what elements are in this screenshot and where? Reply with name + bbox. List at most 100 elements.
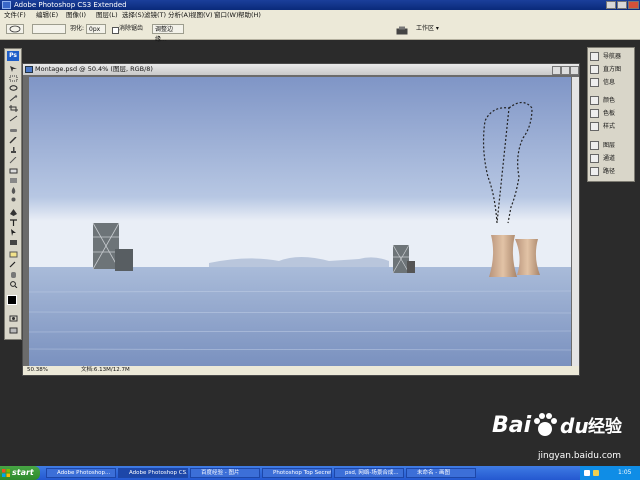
app-title-bar: Adobe Photoshop CS3 Extended [0, 0, 640, 10]
tools-panel: Ps [4, 48, 22, 340]
clock[interactable]: 1:05 [618, 466, 631, 480]
system-tray: 1:05 [580, 466, 640, 480]
watermark-url: jingyan.baidu.com [538, 451, 622, 461]
start-button[interactable]: start [0, 466, 40, 480]
type-tool-icon[interactable] [9, 219, 18, 226]
refine-edge-button[interactable]: 调整边缘... [152, 24, 184, 43]
selection-mode-buttons[interactable] [32, 24, 66, 34]
panel-paths[interactable]: 路径 [588, 166, 634, 178]
layers-icon [590, 141, 599, 150]
hand-tool-icon[interactable] [9, 271, 18, 278]
tray-volume-icon[interactable] [593, 470, 599, 476]
taskbar-button[interactable]: Adobe Photoshop... [46, 468, 116, 478]
doc-minimize-button[interactable] [552, 66, 561, 75]
tool-preset-picker[interactable] [6, 24, 24, 34]
windows-taskbar: start Adobe Photoshop... Adobe Photoshop… [0, 466, 640, 480]
tray-network-icon[interactable] [584, 470, 590, 476]
panel-color[interactable]: 颜色 [588, 95, 634, 107]
brush-tool-icon[interactable] [9, 137, 18, 144]
menu-window[interactable]: 窗口(W) [214, 10, 239, 20]
marquee-tool-icon[interactable] [9, 75, 18, 82]
doc-close-button[interactable] [570, 66, 579, 75]
panel-swatches[interactable]: 色板 [588, 108, 634, 120]
color-icon [590, 96, 599, 105]
panel-info[interactable]: 信息 [588, 77, 634, 89]
watermark-brand: Bai [492, 413, 532, 438]
montage-image [29, 77, 571, 366]
screen-mode-icon[interactable] [9, 327, 18, 334]
navigator-icon [590, 52, 599, 61]
dodge-tool-icon[interactable] [9, 197, 18, 204]
path-selection-tool-icon[interactable] [9, 229, 18, 236]
watermark-jingyan: 经验 [588, 417, 622, 437]
notes-tool-icon[interactable] [9, 251, 18, 258]
zoom-level[interactable]: 50.38% [27, 366, 48, 375]
menu-filter[interactable]: 滤镜(T) [144, 10, 166, 20]
pen-tool-icon[interactable] [9, 209, 18, 216]
menu-select[interactable]: 选择(S) [122, 10, 144, 20]
crop-tool-icon[interactable] [9, 105, 18, 112]
menu-view[interactable]: 视图(V) [190, 10, 213, 20]
minimize-button[interactable] [606, 1, 616, 9]
options-bar: 羽化: 0px 消除锯齿 调整边缘... 工作区 ▾ [0, 20, 640, 43]
menu-layer[interactable]: 图层(L) [96, 10, 118, 20]
menu-bar: 文件(F) 编辑(E) 图像(I) 图层(L) 选择(S) 滤镜(T) 分析(A… [0, 10, 640, 20]
foreground-color-swatch[interactable] [7, 295, 17, 305]
menu-edit[interactable]: 编辑(E) [36, 10, 58, 20]
close-button[interactable] [628, 1, 639, 9]
panel-histogram[interactable]: 直方图 [588, 64, 634, 76]
taskbar-button[interactable]: Photoshop Top Secret... [262, 468, 332, 478]
image-canvas[interactable] [29, 77, 571, 366]
taskbar-button[interactable]: Adobe Photoshop CS... [118, 468, 188, 478]
menu-analysis[interactable]: 分析(A) [168, 10, 191, 20]
taskbar-button[interactable]: psd, 网络-场景合成... [334, 468, 404, 478]
blur-tool-icon[interactable] [9, 187, 18, 194]
antialias-label: 消除锯齿 [119, 25, 144, 32]
menu-image[interactable]: 图像(I) [66, 10, 86, 20]
document-title-bar[interactable]: Montage.psd @ 50.4% (图层, RGB/8) [23, 64, 579, 75]
histogram-icon [590, 65, 599, 74]
document-title: Montage.psd @ 50.4% (图层, RGB/8) [35, 65, 153, 73]
baidu-paw-icon [534, 413, 557, 436]
move-tool-icon[interactable] [9, 65, 18, 72]
eyedropper-tool-icon[interactable] [9, 261, 18, 268]
workspace-menu[interactable]: 工作区 ▾ [416, 24, 439, 34]
lasso-tool-icon[interactable] [9, 85, 18, 92]
windows-logo-icon [2, 469, 10, 477]
taskbar-button[interactable]: 未命名 - 画图 [406, 468, 476, 478]
slice-tool-icon[interactable] [9, 115, 18, 122]
eraser-tool-icon[interactable] [9, 167, 18, 174]
quick-mask-icon[interactable] [9, 315, 18, 322]
channels-icon [590, 154, 599, 163]
swatches-icon [590, 109, 599, 118]
panel-styles[interactable]: 样式 [588, 121, 634, 133]
panel-navigator[interactable]: 导航器 [588, 51, 634, 63]
menu-help[interactable]: 帮助(H) [238, 10, 261, 20]
panel-channels[interactable]: 通道 [588, 153, 634, 165]
menu-file[interactable]: 文件(F) [4, 10, 26, 20]
feather-input[interactable]: 0px [86, 24, 106, 34]
shape-tool-icon[interactable] [9, 239, 18, 246]
photoshop-app-icon [2, 1, 11, 9]
taskbar-button[interactable]: 百度经验 - 图片 [190, 468, 260, 478]
styles-icon [590, 122, 599, 131]
document-window: Montage.psd @ 50.4% (图层, RGB/8) 50.38% 文… [22, 63, 580, 376]
sea [29, 267, 571, 366]
maximize-button[interactable] [617, 1, 627, 9]
palette-well-icon[interactable] [396, 26, 408, 35]
gradient-tool-icon[interactable] [9, 177, 18, 184]
paths-icon [590, 167, 599, 176]
vertical-scrollbar[interactable] [572, 77, 579, 366]
doc-maximize-button[interactable] [561, 66, 570, 75]
antialias-checkbox[interactable] [112, 27, 119, 34]
healing-brush-tool-icon[interactable] [9, 127, 18, 134]
magic-wand-tool-icon[interactable] [9, 95, 18, 102]
clone-stamp-tool-icon[interactable] [9, 147, 18, 154]
info-icon [590, 78, 599, 87]
history-brush-tool-icon[interactable] [9, 157, 18, 164]
baidu-jingyan-watermark: Bai du 经验 jingyan.baidu.com [490, 410, 630, 466]
document-icon [25, 66, 33, 73]
panel-layers[interactable]: 图层 [588, 140, 634, 152]
zoom-tool-icon[interactable] [9, 281, 18, 288]
app-title: Adobe Photoshop CS3 Extended [14, 1, 127, 9]
